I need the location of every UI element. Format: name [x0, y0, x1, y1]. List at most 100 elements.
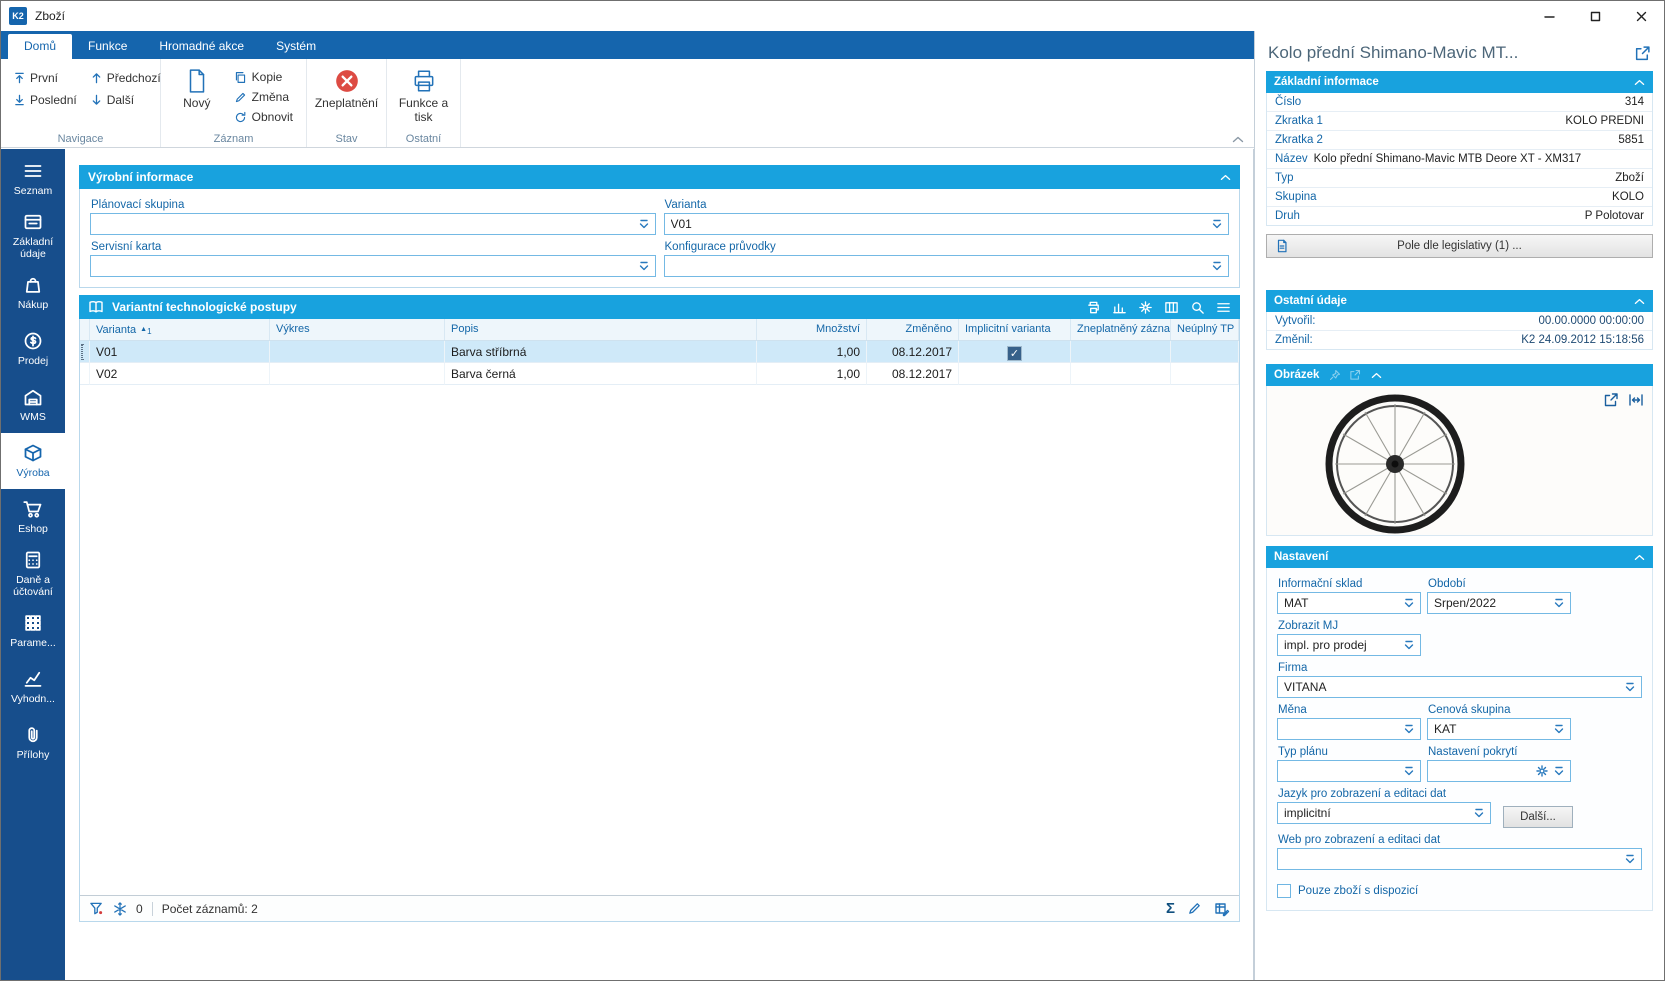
dropdown-icon[interactable] — [1208, 215, 1226, 233]
snowflake-icon[interactable] — [113, 901, 127, 916]
table-edit-icon[interactable] — [1214, 901, 1230, 917]
table-row[interactable]: V02 Barva černá 1,00 08.12.2017 — [80, 363, 1239, 385]
collapse-icon[interactable] — [1371, 372, 1382, 379]
col-vykres[interactable]: Výkres — [270, 319, 445, 340]
sidebar-item-prodej[interactable]: Prodej — [1, 321, 65, 377]
dropdown-icon[interactable] — [1470, 804, 1488, 822]
dropdown-icon[interactable] — [1550, 594, 1568, 612]
guide-config-select[interactable] — [663, 255, 1229, 277]
sidebar-item-parametry[interactable]: Parame... — [1, 603, 65, 659]
service-card-select[interactable] — [90, 255, 656, 277]
col-zneplatneny-zaznam[interactable]: Zneplatněný záznam — [1071, 319, 1171, 340]
refresh-button[interactable]: Obnovit — [229, 109, 298, 125]
web-select[interactable] — [1277, 848, 1642, 870]
tab-funkce[interactable]: Funkce — [72, 34, 143, 59]
minimize-button[interactable] — [1526, 1, 1572, 31]
table-menu-icon[interactable] — [1216, 300, 1231, 315]
dropdown-icon[interactable] — [1400, 762, 1418, 780]
col-neuplny-tp[interactable]: Neúplný TP — [1171, 319, 1239, 340]
language-select[interactable]: implicitní — [1277, 802, 1491, 824]
col-popis[interactable]: Popis — [445, 319, 757, 340]
variant-select[interactable]: V01 — [663, 213, 1229, 235]
period-select[interactable]: Srpen/2022 — [1427, 592, 1571, 614]
dropdown-icon[interactable] — [1550, 762, 1568, 780]
checkbox-checked[interactable]: ✓ — [1007, 345, 1022, 361]
tab-domu[interactable]: Domů — [8, 34, 73, 59]
functions-print-button[interactable]: Funkce a tisk — [395, 66, 452, 125]
close-button[interactable] — [1618, 1, 1664, 31]
invalidate-button[interactable]: Zneplatnění — [315, 66, 378, 111]
dropdown-icon[interactable] — [1621, 678, 1639, 696]
maximize-button[interactable] — [1572, 1, 1618, 31]
sidebar-item-dane-a-uctovani[interactable]: Daně a účtování — [1, 545, 65, 603]
gear-icon[interactable] — [1534, 765, 1550, 777]
info-warehouse-select[interactable]: MAT — [1277, 592, 1421, 614]
dropdown-icon[interactable] — [1400, 720, 1418, 738]
open-external-icon[interactable] — [1634, 45, 1651, 62]
collapse-icon[interactable] — [1634, 79, 1645, 86]
left-region: Domů Funkce Hromadné akce Systém První P… — [1, 31, 1254, 980]
copy-button[interactable]: Kopie — [229, 69, 298, 85]
edit-button[interactable]: Změna — [229, 89, 298, 105]
red-cross-icon — [335, 70, 358, 92]
dropdown-icon[interactable] — [635, 215, 653, 233]
col-mnozstvi[interactable]: Množství — [757, 319, 867, 340]
open-image-external-icon[interactable] — [1603, 392, 1619, 408]
sidebar-item-seznam[interactable]: Seznam — [1, 151, 65, 207]
dropdown-icon[interactable] — [1400, 594, 1418, 612]
table-row[interactable]: V01 Barva stříbrná 1,00 08.12.2017 ✓ — [80, 341, 1239, 363]
sidebar-item-prilohy[interactable]: Přílohy — [1, 715, 65, 771]
dropdown-icon[interactable] — [1550, 720, 1568, 738]
collapse-icon[interactable] — [1634, 298, 1645, 305]
routings-toolbar — [1086, 300, 1231, 315]
currency-select[interactable] — [1277, 718, 1421, 740]
plan-type-select[interactable] — [1277, 760, 1421, 782]
sidebar-item-wms[interactable]: WMS — [1, 377, 65, 433]
popout-icon[interactable] — [1349, 369, 1361, 381]
image-section: Obrázek — [1266, 364, 1653, 536]
display-mj-select[interactable]: impl. pro prodej — [1277, 634, 1421, 656]
price-group-select[interactable]: KAT — [1427, 718, 1571, 740]
dropdown-icon[interactable] — [1621, 850, 1639, 868]
sidebar-item-eshop[interactable]: Eshop — [1, 489, 65, 545]
zoom-settings-icon[interactable] — [1190, 300, 1205, 315]
tab-hromadne-akce[interactable]: Hromadné akce — [143, 34, 260, 59]
only-available-checkbox[interactable] — [1277, 884, 1291, 898]
dropdown-icon[interactable] — [1400, 636, 1418, 654]
detail-row-typ: Typ Zboží — [1267, 169, 1652, 188]
dropdown-icon[interactable] — [635, 257, 653, 275]
collapse-icon[interactable] — [1634, 554, 1645, 561]
service-card-label: Servisní karta — [91, 241, 162, 253]
previous-button[interactable]: Předchozí — [86, 70, 166, 86]
sidebar-item-vyhodnoceni[interactable]: Vyhodn... — [1, 659, 65, 715]
mill-icon[interactable] — [1138, 300, 1153, 315]
sum-icon[interactable]: Σ — [1166, 901, 1175, 916]
fit-width-icon[interactable] — [1628, 392, 1644, 408]
col-zmeneno[interactable]: Změněno — [867, 319, 959, 340]
detail-row-druh: Druh P Polotovar — [1275, 210, 1644, 222]
print-icon[interactable] — [1086, 300, 1101, 315]
new-button[interactable]: Nový — [169, 66, 225, 125]
sidebar-item-vyroba[interactable]: Výroba — [1, 433, 65, 490]
next-button[interactable]: Další — [86, 92, 166, 108]
legislative-fields-button[interactable]: Pole dle legislativy (1) ... — [1266, 234, 1653, 258]
tab-system[interactable]: Systém — [260, 34, 332, 59]
sidebar-item-nakup[interactable]: Nákup — [1, 265, 65, 321]
coverage-select[interactable] — [1427, 760, 1571, 782]
columns-icon[interactable] — [1164, 300, 1179, 315]
sidebar-item-zakladni-udaje[interactable]: Základní údaje — [1, 207, 65, 265]
dropdown-icon[interactable] — [1208, 257, 1226, 275]
first-button[interactable]: První — [9, 70, 82, 86]
last-button[interactable]: Poslední — [9, 92, 82, 108]
col-varianta[interactable]: Varianta ▲1 — [90, 319, 270, 340]
pin-icon[interactable] — [1329, 369, 1341, 381]
company-select[interactable]: VITANA — [1277, 676, 1642, 698]
filter-icon[interactable] — [89, 901, 104, 916]
col-implicitni-varianta[interactable]: Implicitní varianta — [959, 319, 1071, 340]
collapse-icon[interactable] — [1220, 174, 1231, 181]
planning-group-select[interactable] — [90, 213, 656, 235]
edit-pencil-icon[interactable] — [1187, 901, 1202, 916]
chart-icon[interactable] — [1112, 300, 1127, 315]
more-button[interactable]: Další... — [1503, 806, 1573, 828]
ribbon-collapse-button[interactable] — [1232, 136, 1244, 143]
